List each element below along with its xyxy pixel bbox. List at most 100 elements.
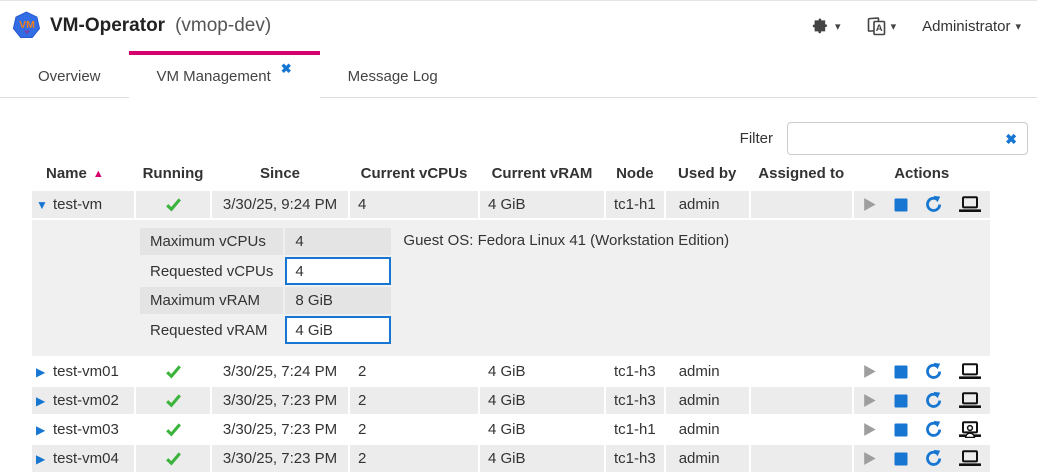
assigned-to-value xyxy=(751,445,852,472)
console-icon[interactable] xyxy=(958,450,982,467)
reset-icon[interactable] xyxy=(924,449,943,468)
vm-table-body: ▼test-vm 3/30/25, 9:24 PM 4 4 GiB tc1-h1… xyxy=(32,191,990,472)
expand-toggle-icon[interactable]: ▶ xyxy=(36,423,53,437)
filter-box: ✖ xyxy=(787,122,1028,155)
vm-name: test-vm02 xyxy=(53,392,119,409)
column-header-used-by[interactable]: Used by xyxy=(666,162,749,189)
stop-icon[interactable] xyxy=(893,197,909,213)
current-vram-value: 4 GiB xyxy=(480,387,604,414)
app-title: VM-Operator xyxy=(50,15,165,37)
chevron-down-icon: ▾ xyxy=(835,20,841,33)
stop-icon[interactable] xyxy=(893,422,909,438)
node-value: tc1-h3 xyxy=(606,358,664,385)
detail-field-label: Maximum vRAM xyxy=(140,287,283,314)
running-check-icon xyxy=(144,364,202,379)
chevron-down-icon: ▾ xyxy=(891,20,897,33)
column-header-running[interactable]: Running xyxy=(136,162,210,189)
current-vram-value: 4 GiB xyxy=(480,416,604,443)
since-value: 3/30/25, 7:23 PM xyxy=(212,416,348,443)
console-icon[interactable] xyxy=(958,363,982,380)
current-vram-value: 4 GiB xyxy=(480,191,604,218)
column-header-node[interactable]: Node xyxy=(606,162,664,189)
column-header-since[interactable]: Since xyxy=(212,162,348,189)
detail-field-label: Maximum vCPUs xyxy=(140,228,283,255)
used-by-value: admin xyxy=(666,191,749,218)
user-menu-button[interactable]: Administrator ▾ xyxy=(922,18,1021,35)
vm-name: test-vm xyxy=(53,196,102,213)
current-vram-value: 4 GiB xyxy=(480,445,604,472)
start-icon[interactable] xyxy=(861,392,878,409)
console-user-icon[interactable] xyxy=(958,421,982,438)
assigned-to-value xyxy=(751,387,852,414)
detail-field-value: 4 xyxy=(295,233,381,250)
vm-name: test-vm01 xyxy=(53,363,119,380)
table-row: ▶test-vm04 3/30/25, 7:23 PM 2 4 GiB tc1-… xyxy=(32,445,990,472)
expand-toggle-icon[interactable]: ▼ xyxy=(36,198,53,212)
tab-label: VM Management xyxy=(157,68,271,85)
tab-vm-management[interactable]: VM Management ✖ xyxy=(129,51,320,98)
tab-message-log[interactable]: Message Log xyxy=(320,51,466,97)
reset-icon[interactable] xyxy=(924,420,943,439)
stop-icon[interactable] xyxy=(893,451,909,467)
detail-field-input[interactable] xyxy=(285,316,391,344)
detail-fields-body: Maximum vCPUs 4 Requested vCPUs 4 Maximu… xyxy=(140,228,391,344)
sort-asc-icon: ▲ xyxy=(93,168,104,180)
used-by-value: admin xyxy=(666,416,749,443)
start-icon[interactable] xyxy=(861,421,878,438)
running-check-icon xyxy=(144,197,202,212)
filter-input[interactable] xyxy=(798,129,1005,148)
table-row: ▶test-vm01 3/30/25, 7:24 PM 2 4 GiB tc1-… xyxy=(32,358,990,385)
used-by-value: admin xyxy=(666,445,749,472)
running-check-icon xyxy=(144,393,202,408)
table-row: ▶test-vm03 3/30/25, 7:23 PM 2 4 GiB tc1-… xyxy=(32,416,990,443)
column-header-assigned-to[interactable]: Assigned to xyxy=(751,162,852,189)
components-menu-button[interactable]: ▾ xyxy=(812,17,841,35)
language-icon: A xyxy=(867,17,886,36)
node-value: tc1-h1 xyxy=(606,191,664,218)
since-value: 3/30/25, 9:24 PM xyxy=(212,191,348,218)
stop-icon[interactable] xyxy=(893,364,909,380)
table-row: ▶test-vm02 3/30/25, 7:23 PM 2 4 GiB tc1-… xyxy=(32,387,990,414)
detail-field-input[interactable] xyxy=(285,257,391,285)
table-row: ▼test-vm 3/30/25, 9:24 PM 4 4 GiB tc1-h1… xyxy=(32,191,990,218)
app-subtitle: (vmop-dev) xyxy=(175,15,271,37)
detail-field-row: Maximum vRAM 8 GiB xyxy=(140,287,391,314)
chevron-down-icon: ▾ xyxy=(1015,20,1021,33)
reset-icon[interactable] xyxy=(924,362,943,381)
since-value: 3/30/25, 7:23 PM xyxy=(212,387,348,414)
column-header-name[interactable]: Name▲ xyxy=(32,162,134,189)
start-icon[interactable] xyxy=(861,196,878,213)
detail-field-row: Maximum vCPUs 4 xyxy=(140,228,391,255)
expand-toggle-icon[interactable]: ▶ xyxy=(36,452,53,466)
console-icon[interactable] xyxy=(958,392,982,409)
tab-overview[interactable]: Overview xyxy=(10,51,129,97)
console-icon[interactable] xyxy=(958,196,982,213)
current-vcpus-value: 2 xyxy=(350,445,478,472)
start-icon[interactable] xyxy=(861,450,878,467)
current-vram-value: 4 GiB xyxy=(480,358,604,385)
filter-label: Filter xyxy=(740,130,773,147)
detail-fields-table: Maximum vCPUs 4 Requested vCPUs 4 Maximu… xyxy=(138,226,393,346)
expand-toggle-icon[interactable]: ▶ xyxy=(36,394,53,408)
column-header-current-vram[interactable]: Current vRAM xyxy=(480,162,604,189)
since-value: 3/30/25, 7:24 PM xyxy=(212,358,348,385)
language-menu-button[interactable]: A ▾ xyxy=(867,17,897,36)
tab-label: Overview xyxy=(38,68,101,85)
current-vcpus-value: 2 xyxy=(350,416,478,443)
column-header-current-vcpus[interactable]: Current vCPUs xyxy=(350,162,478,189)
used-by-value: admin xyxy=(666,387,749,414)
expand-toggle-icon[interactable]: ▶ xyxy=(36,365,53,379)
stop-icon[interactable] xyxy=(893,393,909,409)
reset-icon[interactable] xyxy=(924,195,943,214)
assigned-to-value xyxy=(751,358,852,385)
filter-clear-icon[interactable]: ✖ xyxy=(1005,132,1017,146)
logo-text: VM xyxy=(19,19,35,31)
node-value: tc1-h3 xyxy=(606,445,664,472)
puzzle-icon xyxy=(812,17,830,35)
tab-close-icon[interactable]: ✖ xyxy=(281,61,292,77)
since-value: 3/30/25, 7:23 PM xyxy=(212,445,348,472)
node-value: tc1-h3 xyxy=(606,387,664,414)
reset-icon[interactable] xyxy=(924,391,943,410)
start-icon[interactable] xyxy=(861,363,878,380)
detail-field-row: Requested vCPUs 4 xyxy=(140,257,391,285)
